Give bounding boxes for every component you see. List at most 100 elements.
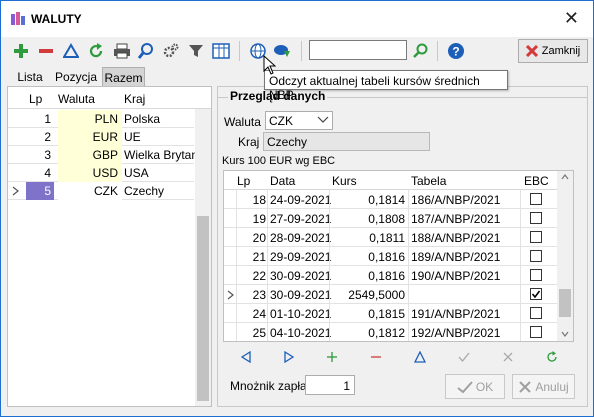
search-go-button[interactable] [409, 40, 431, 62]
rate-data: 01-10-2021 [270, 307, 332, 321]
insert-icon [327, 352, 337, 362]
row-lp: 2 [44, 130, 51, 144]
currency-list: Lp Waluta Kraj 1 PLN Polska 2 EUR UE 3 G… [7, 86, 212, 407]
row-code: EUR [58, 128, 122, 146]
nbp-tooltip: Odczyt aktualnej tabeli kursów średnich … [264, 70, 508, 102]
nav-delete-button[interactable] [367, 348, 385, 366]
rate-kurs: 0,1812 [368, 326, 405, 340]
print-button[interactable] [111, 40, 133, 62]
close-button[interactable]: Zamknij [518, 39, 588, 63]
currency-row-selected[interactable]: 5 CZK Czechy [8, 182, 194, 200]
rates-grid-scrollbar[interactable] [557, 171, 573, 341]
tab-lista[interactable]: Lista [13, 67, 47, 86]
plus-icon [14, 44, 28, 58]
col-lp-header: Lp [29, 92, 43, 106]
nav-insert-button[interactable] [323, 348, 341, 366]
col-ebc-header: EBC [524, 174, 549, 188]
waluta-select-value: CZK [269, 114, 293, 128]
ebc-checkbox[interactable] [530, 326, 542, 338]
toolbar-separator [301, 41, 302, 61]
rate-data: 24-09-2021 [270, 193, 332, 207]
window-close-button[interactable]: ✕ [564, 9, 579, 27]
rate-row[interactable]: 22 30-09-2021 0,1816 190/A/NBP/2021 [224, 266, 557, 285]
search-input[interactable] [309, 40, 407, 60]
rate-lp: 21 [252, 250, 266, 264]
rate-row-current[interactable]: 23 30-09-2021 2549,5000 [224, 285, 557, 304]
ebc-checkbox[interactable] [530, 269, 542, 281]
rates-grid: Lp Data Kurs Tabela EBC 18 24-09-2021 0,… [223, 170, 574, 342]
currency-list-scrollbar[interactable] [195, 109, 211, 406]
cancel-button[interactable]: Anuluj [512, 374, 575, 399]
ok-button[interactable]: OK [445, 374, 505, 399]
close-button-label: Zamknij [541, 45, 581, 57]
nav-post-button[interactable] [455, 348, 473, 366]
delete-icon [371, 356, 381, 358]
rate-data: 28-09-2021 [270, 231, 332, 245]
rates-grid-header: Lp Data Kurs Tabela EBC [224, 171, 557, 190]
mnoznik-input[interactable]: 1 [305, 375, 355, 395]
row-indicator-icon [12, 186, 19, 196]
nav-cancel-button[interactable] [499, 348, 517, 366]
refresh-button[interactable] [85, 40, 107, 62]
ebc-checkbox[interactable] [530, 231, 542, 243]
rate-tabela: 192/A/NBP/2021 [411, 326, 501, 340]
rate-row[interactable]: 21 29-09-2021 0,1816 189/A/NBP/2021 [224, 247, 557, 266]
next-icon [284, 351, 295, 363]
ebc-checkbox[interactable] [530, 212, 542, 224]
search-button[interactable] [135, 40, 157, 62]
rate-kurs: 0,1815 [368, 307, 405, 321]
tab-pozycja[interactable]: Pozycja [54, 67, 98, 86]
col-kurs-header: Kurs [332, 174, 357, 188]
filter-icon [189, 45, 203, 57]
close-icon [525, 45, 538, 57]
delete-button[interactable] [35, 40, 57, 62]
row-code: CZK [58, 182, 122, 200]
minus-icon [39, 49, 53, 53]
settings-button[interactable] [160, 40, 182, 62]
nav-prev-button[interactable] [237, 348, 255, 366]
cancel-button-label: Anuluj [535, 379, 569, 394]
rate-row[interactable]: 19 27-09-2021 0,1808 187/A/NBP/2021 [224, 209, 557, 228]
close-icon [519, 380, 532, 393]
help-button[interactable]: ? [445, 40, 467, 62]
rate-row[interactable]: 25 04-10-2021 0,1812 192/A/NBP/2021 [224, 323, 557, 341]
columns-icon [212, 43, 230, 59]
nav-edit-button[interactable] [411, 348, 429, 366]
rate-row[interactable]: 24 01-10-2021 0,1815 191/A/NBP/2021 [224, 304, 557, 323]
rate-lp: 18 [252, 193, 266, 207]
currency-row[interactable]: 4 USD USA [8, 164, 194, 182]
rate-lp: 25 [252, 326, 266, 340]
nav-next-button[interactable] [280, 348, 298, 366]
ebc-checkbox[interactable] [530, 250, 542, 262]
rate-kurs: 0,1816 [368, 250, 405, 264]
row-code: PLN [58, 110, 122, 128]
scrollbar-thumb[interactable] [559, 289, 571, 317]
rate-row[interactable]: 20 28-09-2021 0,1811 188/A/NBP/2021 [224, 228, 557, 247]
ebc-checkbox-checked[interactable] [530, 288, 542, 300]
nav-refresh-button[interactable] [543, 348, 561, 366]
columns-button[interactable] [210, 40, 232, 62]
waluta-label: Waluta [224, 115, 261, 129]
row-code: USD [58, 164, 122, 182]
filter-button[interactable] [185, 40, 207, 62]
chevron-down-icon [317, 116, 329, 123]
currency-row[interactable]: 3 GBP Wielka Brytania [8, 146, 196, 164]
row-kraj: UE [124, 130, 141, 144]
waluta-select[interactable]: CZK [265, 111, 333, 130]
rate-tabela: 191/A/NBP/2021 [411, 307, 501, 321]
scroll-down-icon[interactable] [561, 331, 569, 337]
scrollbar-thumb[interactable] [197, 216, 209, 401]
ebc-checkbox[interactable] [530, 193, 542, 205]
mouse-cursor-icon [263, 55, 277, 75]
edit-button[interactable] [60, 40, 82, 62]
col-lp-header: Lp [237, 174, 251, 188]
currency-row[interactable]: 2 EUR UE [8, 128, 194, 146]
currency-row[interactable]: 1 PLN Polska [8, 110, 194, 128]
rate-tabela: 190/A/NBP/2021 [411, 269, 501, 283]
checkmark-icon [531, 290, 541, 299]
scroll-up-icon[interactable] [561, 174, 569, 180]
tab-razem[interactable]: Razem [102, 67, 145, 86]
add-button[interactable] [10, 40, 32, 62]
rate-row[interactable]: 18 24-09-2021 0,1814 186/A/NBP/2021 [224, 190, 557, 209]
ebc-checkbox[interactable] [530, 307, 542, 319]
